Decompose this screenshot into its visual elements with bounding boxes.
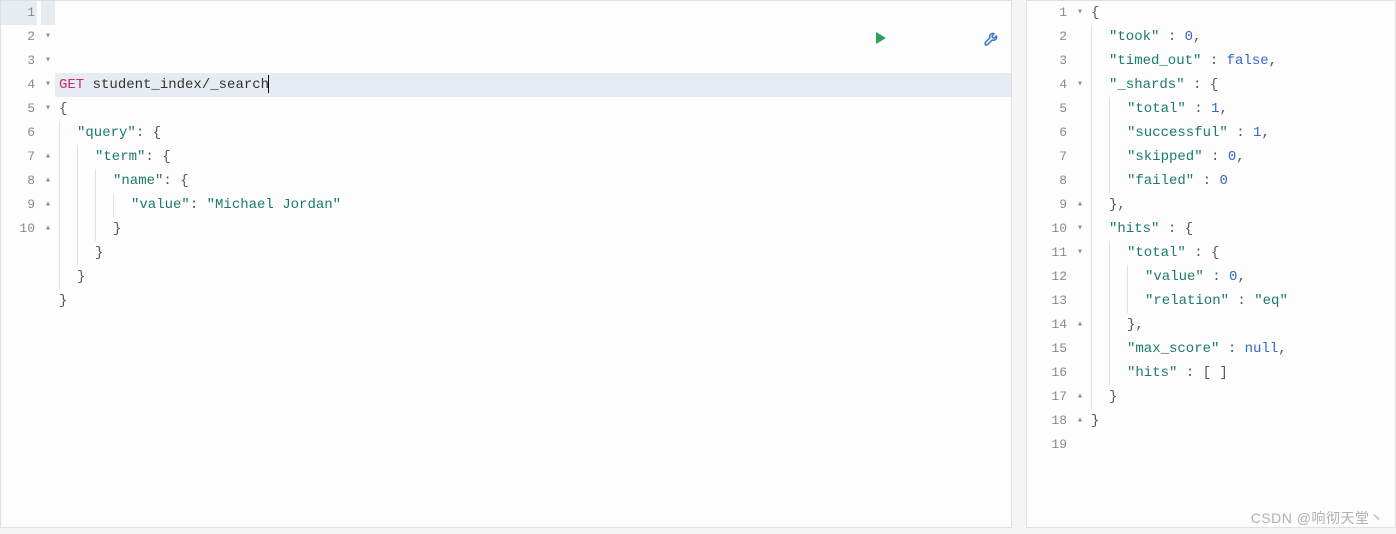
- fold-column-right[interactable]: ▾▾▴▾▾▴▴▴: [1073, 1, 1087, 527]
- response-viewer[interactable]: 12345678910111213141516171819 ▾▾▴▾▾▴▴▴ {…: [1026, 0, 1396, 528]
- run-icon[interactable]: [789, 6, 889, 79]
- response-code: {"took" : 0,"timed_out" : false,"_shards…: [1087, 1, 1395, 527]
- line-gutter-right: 12345678910111213141516171819: [1027, 1, 1073, 527]
- request-editor[interactable]: 12345678910 ▾▾▾▾▴▴▴▴ GET student_index/_…: [0, 0, 1012, 528]
- wrench-icon[interactable]: [899, 5, 1001, 80]
- line-gutter-left: 12345678910: [1, 1, 41, 527]
- request-code[interactable]: GET student_index/_search{"query": {"ter…: [55, 1, 1011, 527]
- fold-column-left[interactable]: ▾▾▾▾▴▴▴▴: [41, 1, 55, 527]
- watermark: CSDN @响彻天堂丶: [1251, 508, 1384, 528]
